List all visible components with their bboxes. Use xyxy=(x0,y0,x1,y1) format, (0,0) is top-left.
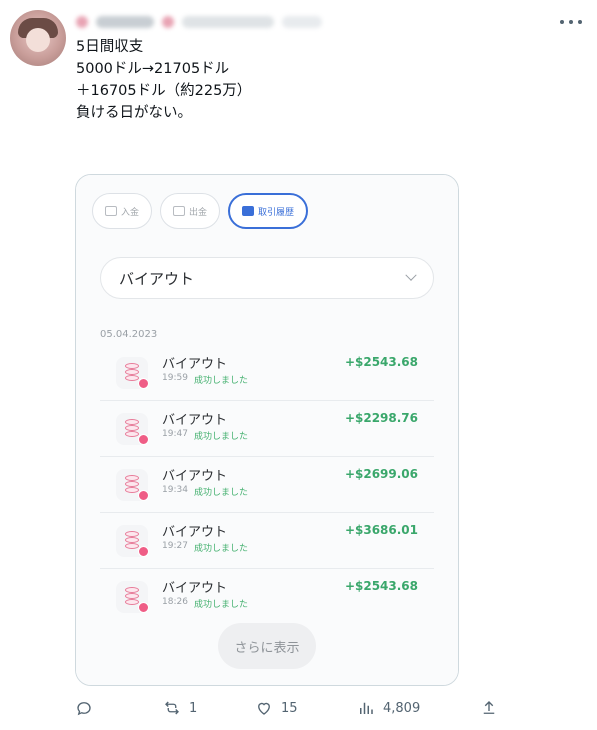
more-options-icon[interactable] xyxy=(560,14,582,30)
deposit-icon xyxy=(105,206,117,216)
transaction-row[interactable]: バイアウト 19:27 成功しました +$3686.01 xyxy=(100,513,434,569)
tweet-text-line: 負ける日がない。 xyxy=(76,105,192,121)
reply-button[interactable] xyxy=(75,697,93,719)
transaction-time: 19:47 xyxy=(162,429,188,439)
views-icon xyxy=(360,702,373,714)
transaction-title: バイアウト xyxy=(162,525,228,540)
tab-label: 取引履歴 xyxy=(258,207,295,218)
transaction-amount: +$2543.68 xyxy=(344,355,418,369)
transaction-row[interactable]: バイアウト 19:34 成功しました +$2699.06 xyxy=(100,457,434,513)
transaction-amount: +$2543.68 xyxy=(344,579,418,593)
show-more-button[interactable]: さらに表示 xyxy=(218,623,316,669)
tab-label: 出金 xyxy=(189,207,208,218)
tab-withdraw[interactable]: 出金 xyxy=(160,193,221,229)
heart-icon xyxy=(258,702,270,715)
transaction-status: 成功しました xyxy=(194,432,249,442)
author-header-blurred xyxy=(76,14,322,30)
filter-selected-value: バイアウト xyxy=(119,269,195,288)
attached-screenshot[interactable]: 入金 出金 取引履歴 バイアウト 05.04.2023 バイアウト 19:59 … xyxy=(75,174,459,686)
transaction-title: バイアウト xyxy=(162,413,228,428)
history-tabs: 入金 出金 取引履歴 xyxy=(92,193,309,229)
history-date: 05.04.2023 xyxy=(100,329,158,340)
coin-stack-icon xyxy=(116,413,149,445)
share-button[interactable] xyxy=(480,697,498,719)
filter-select[interactable]: バイアウト xyxy=(100,257,434,299)
transaction-row[interactable]: バイアウト 19:59 成功しました +$2543.68 xyxy=(100,345,434,401)
tab-deposit[interactable]: 入金 xyxy=(92,193,153,229)
coin-stack-icon xyxy=(116,525,149,557)
transaction-title: バイアウト xyxy=(162,581,228,596)
transaction-time: 19:59 xyxy=(162,373,188,383)
history-icon xyxy=(242,206,255,216)
transaction-time: 19:27 xyxy=(162,541,188,551)
transaction-amount: +$3686.01 xyxy=(344,523,418,537)
share-icon xyxy=(483,701,495,714)
tweet-actions: 1 15 4,809 xyxy=(75,697,505,719)
coin-stack-icon xyxy=(116,581,149,613)
transaction-status: 成功しました xyxy=(194,544,249,554)
coin-stack-icon xyxy=(116,469,149,501)
transaction-list: バイアウト 19:59 成功しました +$2543.68 バイアウト 19:47… xyxy=(100,345,434,625)
transaction-status: 成功しました xyxy=(194,488,249,498)
transaction-title: バイアウト xyxy=(162,357,228,372)
repost-button[interactable]: 1 xyxy=(163,697,197,719)
transaction-status: 成功しました xyxy=(194,376,249,386)
tweet: 5日間収支 5000ドル→21705ドル ＋16705ドル（約225万） 負ける… xyxy=(0,0,597,730)
avatar[interactable] xyxy=(10,10,66,66)
reply-icon xyxy=(77,702,91,716)
tweet-text-line: 5000ドル→21705ドル xyxy=(76,61,230,77)
views-count: 4,809 xyxy=(383,700,421,716)
transaction-time: 18:26 xyxy=(162,597,188,607)
withdraw-icon xyxy=(173,206,186,216)
repost-icon xyxy=(165,701,179,715)
like-count: 15 xyxy=(281,700,298,716)
coin-stack-icon xyxy=(116,357,149,389)
transaction-time: 19:34 xyxy=(162,485,188,495)
tab-label: 入金 xyxy=(121,207,140,218)
chevron-down-icon xyxy=(405,269,417,281)
views-button[interactable]: 4,809 xyxy=(357,697,420,719)
tweet-text-line: 5日間収支 xyxy=(76,39,144,55)
transaction-amount: +$2699.06 xyxy=(344,467,418,481)
transaction-row[interactable]: バイアウト 19:47 成功しました +$2298.76 xyxy=(100,401,434,457)
tweet-text-line: ＋16705ドル（約225万） xyxy=(76,83,252,99)
tab-trade-history[interactable]: 取引履歴 xyxy=(228,193,309,229)
transaction-row[interactable]: バイアウト 18:26 成功しました +$2543.68 xyxy=(100,569,434,625)
like-button[interactable]: 15 xyxy=(255,697,298,719)
transaction-status: 成功しました xyxy=(194,600,249,610)
transaction-amount: +$2298.76 xyxy=(344,411,418,425)
repost-count: 1 xyxy=(189,700,198,716)
transaction-title: バイアウト xyxy=(162,469,228,484)
tweet-text: 5日間収支 5000ドル→21705ドル ＋16705ドル（約225万） 負ける… xyxy=(76,36,556,124)
